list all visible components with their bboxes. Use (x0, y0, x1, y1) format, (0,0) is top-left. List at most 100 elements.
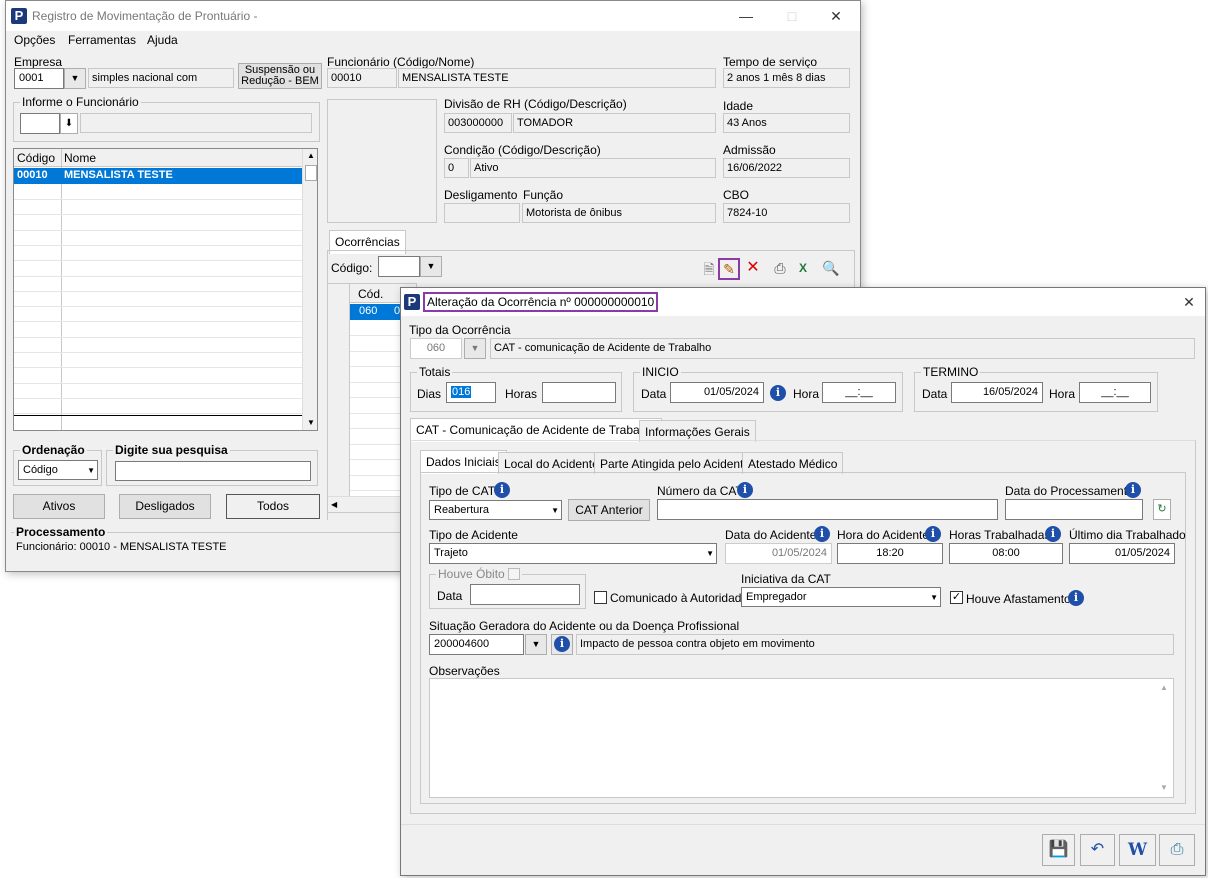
dias-input[interactable]: 016 (446, 382, 496, 403)
word-report-icon[interactable]: W (1119, 834, 1156, 866)
tab-cat[interactable]: CAT - Comunicação de Acidente de Trabalh… (410, 418, 662, 442)
list-empty-row[interactable] (14, 307, 302, 323)
horas-input[interactable] (542, 382, 616, 403)
list-empty-row[interactable] (14, 323, 302, 338)
termino-hora-input[interactable]: __:__ (1079, 382, 1151, 403)
chevron-down-icon: ▼ (706, 549, 714, 558)
scroll-down-icon[interactable]: ▼ (1157, 783, 1171, 792)
ultimo-dia-input[interactable]: 01/05/2024 (1069, 543, 1175, 564)
list-empty-row[interactable] (14, 399, 302, 415)
delete-icon[interactable]: ✕ (743, 258, 763, 278)
tempo-servico-field: 2 anos 1 mês 8 dias (723, 68, 850, 88)
numero-cat-input[interactable] (657, 499, 998, 520)
empresa-dropdown-button[interactable]: ▼ (64, 68, 86, 89)
info-icon[interactable]: i (1125, 482, 1141, 498)
inicio-hora-input[interactable]: __:__ (822, 382, 896, 403)
list-empty-row[interactable] (14, 200, 302, 216)
minimize-icon[interactable]: — (736, 7, 756, 25)
list-scrollbar[interactable]: ▲ ▼ (302, 149, 317, 430)
informe-arrow-button[interactable]: ⬇ (60, 113, 78, 134)
subtab-parte-atingida[interactable]: Parte Atingida pelo Acidente (594, 452, 757, 474)
ordenacao-select[interactable]: Código ▼ (18, 460, 98, 480)
inicio-data-input[interactable]: 01/05/2024 (670, 382, 764, 403)
tipo-ocorrencia-dropdown-button[interactable]: ▼ (464, 338, 486, 359)
subtab-atestado-medico[interactable]: Atestado Médico (742, 452, 844, 474)
horas-trabalhadas-input[interactable]: 08:00 (949, 543, 1063, 564)
save-icon[interactable]: 💾 (1042, 834, 1075, 866)
col-cod-header[interactable]: Cód. (358, 287, 383, 301)
situacao-info-button[interactable]: i (551, 634, 573, 655)
scroll-left-icon[interactable]: ◀ (331, 500, 337, 509)
termino-data-input[interactable]: 16/05/2024 (951, 382, 1043, 403)
list-empty-row[interactable] (14, 262, 302, 277)
menu-ferramentas[interactable]: Ferramentas (68, 33, 136, 47)
scroll-up-icon[interactable]: ▲ (303, 151, 317, 160)
list-empty-row[interactable] (14, 338, 302, 353)
list-empty-row[interactable] (14, 277, 302, 292)
print-report-icon[interactable]: ⎙ (1159, 834, 1195, 866)
excel-icon[interactable]: X (794, 258, 812, 278)
pesquisa-input[interactable] (115, 461, 311, 481)
list-row-selected[interactable]: 00010 MENSALISTA TESTE (14, 168, 302, 184)
print-icon[interactable]: ⎙ (770, 258, 790, 278)
informe-group: Informe o Funcionário ⬇ (13, 95, 320, 142)
list-empty-row[interactable] (14, 231, 302, 246)
scroll-down-icon[interactable]: ▼ (303, 418, 317, 427)
list-empty-row[interactable] (14, 353, 302, 369)
iniciativa-select[interactable]: Empregador ▼ (741, 587, 941, 607)
undo-icon[interactable]: ↶ (1080, 834, 1115, 866)
todos-button[interactable]: Todos (226, 494, 320, 519)
dialog-close-icon[interactable]: ✕ (1179, 293, 1199, 311)
info-icon[interactable]: i (1045, 526, 1061, 542)
info-icon[interactable]: i (925, 526, 941, 542)
tipo-cat-select[interactable]: Reabertura ▼ (429, 500, 562, 520)
houve-obito-checkbox[interactable] (508, 568, 521, 580)
houve-afastamento-checkbox[interactable]: ✓ (950, 591, 963, 604)
situacao-dropdown-button[interactable]: ▼ (525, 634, 547, 655)
informe-input[interactable] (20, 113, 60, 134)
desligados-button[interactable]: Desligados (119, 494, 211, 519)
col-nome-header[interactable]: Nome (64, 151, 96, 165)
list-empty-row[interactable] (14, 369, 302, 384)
scroll-thumb[interactable] (305, 165, 317, 181)
obito-data-input[interactable] (470, 584, 580, 605)
situacao-code-input[interactable]: 200004600 (429, 634, 524, 655)
hora-acidente-input[interactable]: 18:20 (837, 543, 943, 564)
new-document-icon[interactable]: 🗎 (700, 259, 718, 279)
refresh-date-icon[interactable]: ↻ (1153, 499, 1171, 520)
ativos-button[interactable]: Ativos (13, 494, 105, 519)
menu-opcoes[interactable]: Opções (14, 33, 55, 47)
list-empty-row[interactable] (14, 185, 302, 200)
suspensao-button[interactable]: Suspensão ou Redução - BEM (238, 63, 322, 89)
employee-list[interactable]: Código Nome 00010 MENSALISTA TESTE ▲ ▼ (13, 148, 318, 431)
cat-anterior-button[interactable]: CAT Anterior (568, 499, 650, 521)
info-icon[interactable]: i (1068, 590, 1084, 606)
tipo-ocorrencia-code-input[interactable]: 060 (410, 338, 462, 359)
subtab-local-acidente[interactable]: Local do Acidente (498, 452, 605, 474)
list-empty-row[interactable] (14, 292, 302, 308)
preview-icon[interactable]: 🔍 (821, 258, 841, 278)
codigo-input[interactable] (378, 256, 420, 277)
close-icon[interactable]: ✕ (826, 7, 846, 25)
col-codigo-header[interactable]: Código (17, 151, 55, 165)
maximize-icon[interactable]: □ (782, 7, 802, 25)
edit-pencil-icon[interactable]: ✎ (718, 258, 740, 280)
list-empty-row[interactable] (14, 384, 302, 399)
info-icon[interactable]: i (737, 482, 753, 498)
data-acidente-input[interactable]: 01/05/2024 (725, 543, 832, 564)
tipo-acidente-select[interactable]: Trajeto ▼ (429, 543, 717, 564)
list-empty-row[interactable] (14, 246, 302, 262)
data-processamento-input[interactable] (1005, 499, 1143, 520)
empresa-code-input[interactable]: 0001 (14, 68, 64, 89)
menu-ajuda[interactable]: Ajuda (147, 33, 178, 47)
info-icon[interactable]: i (770, 385, 786, 401)
codigo-dropdown-button[interactable]: ▼ (420, 256, 442, 277)
comunicado-autoridade-checkbox[interactable] (594, 591, 607, 604)
scroll-up-icon[interactable]: ▲ (1157, 683, 1171, 692)
tab-informacoes-gerais[interactable]: Informações Gerais (639, 420, 756, 442)
info-icon[interactable]: i (494, 482, 510, 498)
info-icon[interactable]: i (814, 526, 830, 542)
list-empty-row[interactable] (14, 216, 302, 231)
observacoes-textarea[interactable]: ▲ ▼ (429, 678, 1174, 798)
subtab-dados-iniciais[interactable]: Dados Iniciais (420, 450, 507, 474)
